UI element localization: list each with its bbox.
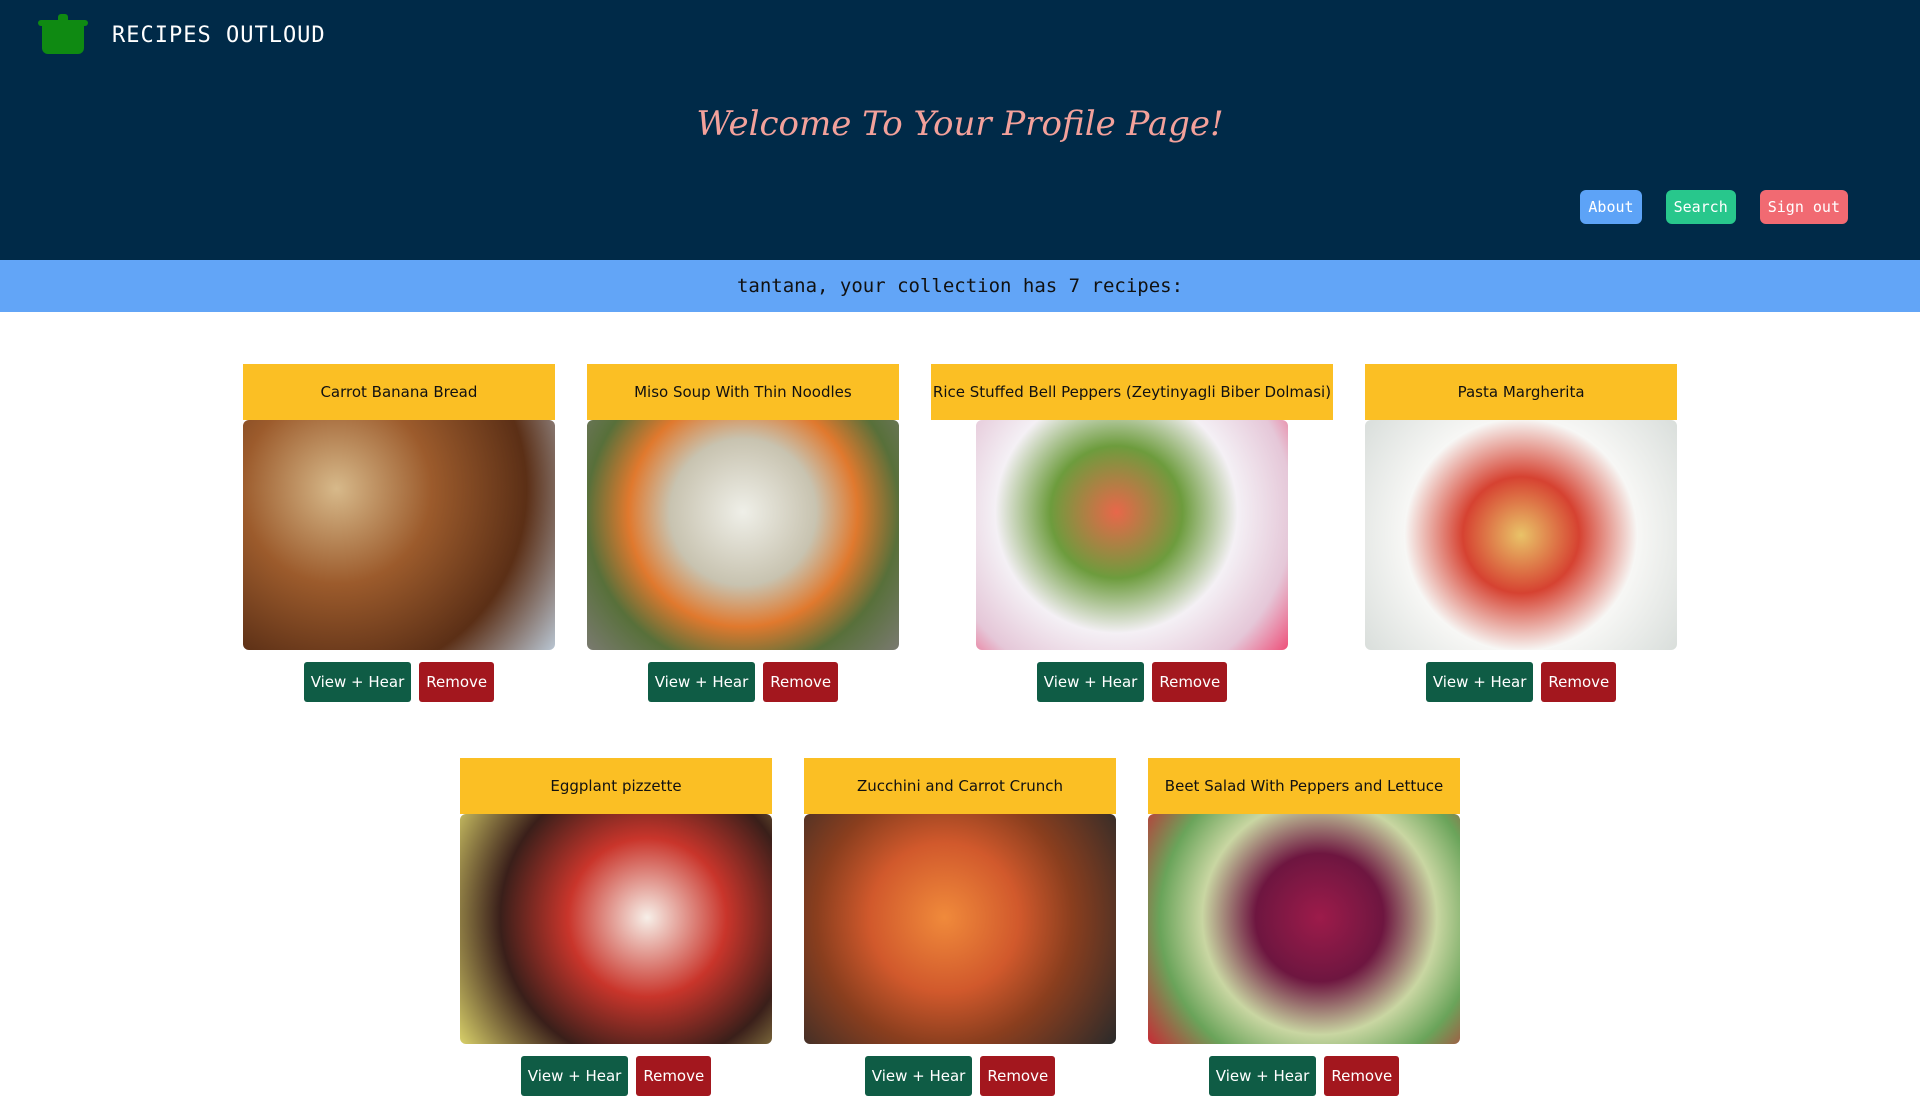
recipe-title: Carrot Banana Bread bbox=[242, 364, 555, 420]
recipe-title: Beet Salad With Peppers and Lettuce bbox=[1148, 758, 1460, 814]
recipe-actions: View + Hear Remove bbox=[1036, 662, 1228, 702]
recipe-image bbox=[586, 420, 899, 650]
recipe-card: Pasta Margherita View + Hear Remove bbox=[1365, 364, 1678, 702]
recipe-card: Rice Stuffed Bell Peppers (Zeytinyagli B… bbox=[930, 364, 1334, 702]
page-title: Welcome To Your Profile Page! bbox=[696, 104, 1224, 144]
recipe-actions: View + Hear Remove bbox=[864, 1056, 1056, 1096]
recipe-image bbox=[242, 420, 555, 650]
brand[interactable]: RECIPES OUTLOUD bbox=[38, 12, 326, 54]
remove-button[interactable]: Remove bbox=[419, 662, 495, 702]
recipe-actions: View + Hear Remove bbox=[520, 1056, 712, 1096]
view-hear-button[interactable]: View + Hear bbox=[303, 662, 412, 702]
recipe-image bbox=[1365, 420, 1678, 650]
recipe-actions: View + Hear Remove bbox=[1208, 1056, 1400, 1096]
recipe-card: Eggplant pizzette View + Hear Remove bbox=[460, 758, 772, 1096]
recipe-grid: Carrot Banana Bread View + Hear Remove M… bbox=[0, 312, 1920, 1096]
recipe-card: Miso Soup With Thin Noodles View + Hear … bbox=[586, 364, 899, 702]
remove-button[interactable]: Remove bbox=[763, 662, 839, 702]
sign-out-button[interactable]: Sign out bbox=[1759, 190, 1848, 224]
view-hear-button[interactable]: View + Hear bbox=[1425, 662, 1534, 702]
view-hear-button[interactable]: View + Hear bbox=[864, 1056, 973, 1096]
search-button[interactable]: Search bbox=[1665, 190, 1736, 224]
recipe-title: Rice Stuffed Bell Peppers (Zeytinyagli B… bbox=[930, 364, 1334, 420]
remove-button[interactable]: Remove bbox=[1541, 662, 1617, 702]
view-hear-button[interactable]: View + Hear bbox=[647, 662, 756, 702]
header: RECIPES OUTLOUD Welcome To Your Profile … bbox=[0, 0, 1920, 260]
recipe-image bbox=[975, 420, 1288, 650]
recipe-image bbox=[804, 814, 1116, 1044]
recipe-card: Beet Salad With Peppers and Lettuce View… bbox=[1148, 758, 1460, 1096]
app-name: RECIPES OUTLOUD bbox=[112, 22, 326, 48]
recipe-image bbox=[460, 814, 772, 1044]
nav-buttons: About Search Sign out bbox=[1580, 190, 1848, 224]
recipe-actions: View + Hear Remove bbox=[303, 662, 495, 702]
recipe-title: Eggplant pizzette bbox=[460, 758, 772, 814]
remove-button[interactable]: Remove bbox=[1324, 1056, 1400, 1096]
recipe-actions: View + Hear Remove bbox=[1425, 662, 1617, 702]
view-hear-button[interactable]: View + Hear bbox=[1036, 662, 1145, 702]
view-hear-button[interactable]: View + Hear bbox=[520, 1056, 629, 1096]
remove-button[interactable]: Remove bbox=[1152, 662, 1228, 702]
about-button[interactable]: About bbox=[1580, 190, 1642, 224]
remove-button[interactable]: Remove bbox=[980, 1056, 1056, 1096]
view-hear-button[interactable]: View + Hear bbox=[1208, 1056, 1317, 1096]
recipe-card: Zucchini and Carrot Crunch View + Hear R… bbox=[804, 758, 1116, 1096]
recipe-card: Carrot Banana Bread View + Hear Remove bbox=[242, 364, 555, 702]
recipe-title: Pasta Margherita bbox=[1365, 364, 1678, 420]
recipe-title: Zucchini and Carrot Crunch bbox=[804, 758, 1116, 814]
remove-button[interactable]: Remove bbox=[636, 1056, 712, 1096]
recipe-image bbox=[1148, 814, 1460, 1044]
collection-banner: tantana, your collection has 7 recipes: bbox=[0, 260, 1920, 312]
recipe-actions: View + Hear Remove bbox=[647, 662, 839, 702]
recipe-title: Miso Soup With Thin Noodles bbox=[586, 364, 899, 420]
cooking-pot-icon bbox=[38, 12, 88, 54]
